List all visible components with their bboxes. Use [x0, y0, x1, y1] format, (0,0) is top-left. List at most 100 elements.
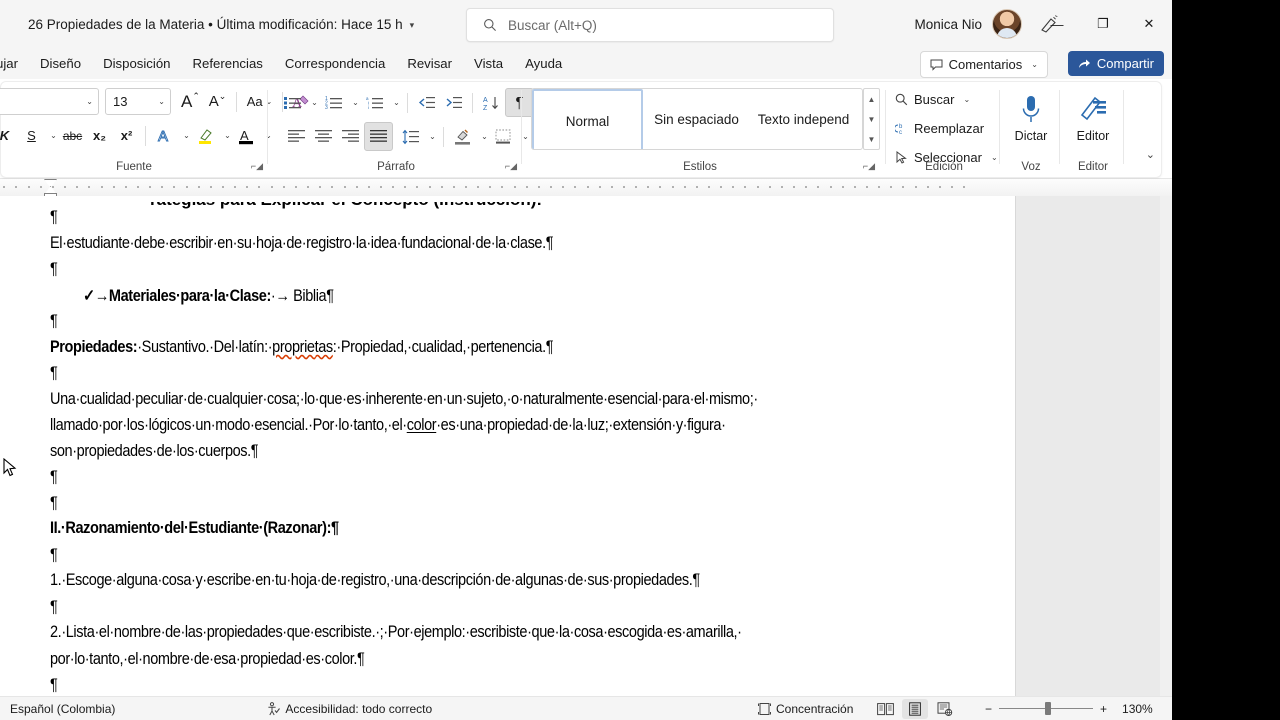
ribbon-tab-ujar[interactable]: ujar — [0, 51, 29, 77]
ribbon-tab-vista[interactable]: Vista — [463, 51, 514, 77]
shading-dropdown[interactable]: ⌄ — [476, 123, 490, 150]
highlight-button[interactable] — [192, 122, 219, 149]
search-input[interactable]: Buscar (Alt+Q) — [466, 8, 834, 42]
focus-mode-button[interactable]: Concentración — [758, 702, 853, 716]
accessibility-icon — [268, 701, 281, 715]
read-mode-button[interactable] — [872, 699, 898, 719]
styles-scroll-up[interactable]: ▲ — [864, 89, 879, 109]
pilcrow-icon: ¶ — [515, 94, 524, 111]
font-size-combo[interactable]: 13 ⌄ — [105, 88, 171, 115]
styles-dialog-launcher[interactable]: ⌐◢ — [863, 161, 875, 172]
avatar[interactable] — [992, 9, 1022, 39]
find-button[interactable]: Buscar ⌄ — [895, 87, 998, 111]
font-color-button[interactable]: A — [233, 122, 260, 149]
ribbon-tab-ayuda[interactable]: Ayuda — [514, 51, 573, 77]
share-button[interactable]: Compartir — [1067, 51, 1164, 76]
chevron-down-icon: ⌄ — [86, 97, 93, 106]
paragraph-mark: ¶ — [50, 676, 58, 694]
editor-button[interactable]: Editor — [1067, 94, 1119, 143]
multilevel-list-button[interactable]: aii — [361, 89, 388, 116]
zoom-out-button[interactable]: − — [985, 702, 992, 716]
ruler-dot — [234, 186, 237, 188]
language-status[interactable]: Español (Colombia) — [10, 702, 115, 716]
bullets-button[interactable] — [279, 89, 306, 116]
underline-dropdown[interactable]: ⌄ — [45, 122, 59, 149]
account-area[interactable]: Monica Nio — [914, 0, 1022, 48]
styles-scroll-down[interactable]: ▼ — [864, 109, 879, 129]
text-effects-dropdown[interactable]: ⌄ — [178, 122, 192, 149]
document-title[interactable]: 26 Propiedades de la Materia • Última mo… — [28, 17, 414, 32]
bullets-dropdown[interactable]: ⌄ — [306, 89, 320, 116]
ribbon-tab-referencias[interactable]: Referencias — [182, 51, 274, 77]
zoom-slider-track[interactable] — [999, 701, 1094, 715]
zoom-control[interactable]: − + 130% — [985, 702, 1153, 716]
style-item-2[interactable]: Texto independ — [750, 89, 857, 149]
numbering-button[interactable]: 123 — [320, 89, 347, 116]
borders-button[interactable] — [490, 123, 517, 150]
zoom-level-label[interactable]: 130% — [1122, 702, 1153, 716]
superscript-button[interactable]: x² — [113, 122, 140, 149]
ribbon-tab-disposición[interactable]: Disposición — [92, 51, 181, 77]
highlight-dropdown[interactable]: ⌄ — [219, 122, 233, 149]
text-effects-button[interactable]: A — [151, 122, 178, 149]
web-layout-button[interactable] — [932, 699, 958, 719]
increase-indent-button[interactable] — [440, 89, 467, 116]
ruler-dot — [586, 186, 589, 188]
justify-button[interactable] — [364, 122, 393, 151]
ribbon-tab-diseño[interactable]: Diseño — [29, 51, 92, 77]
chevron-down-icon: ⌄ — [1031, 60, 1038, 69]
svg-text:c: c — [899, 130, 902, 135]
dictate-button[interactable]: Dictar — [1005, 94, 1057, 143]
collapse-ribbon-button[interactable]: ⌄ — [1146, 148, 1155, 161]
accessibility-status[interactable]: Accesibilidad: todo correcto — [267, 702, 432, 716]
styles-more-button[interactable]: ▼ — [864, 129, 879, 149]
shrink-font-button[interactable]: A ⌄ — [204, 88, 231, 115]
replace-button[interactable]: bc Reemplazar — [895, 116, 998, 140]
zoom-in-button[interactable]: + — [1100, 702, 1107, 716]
numbering-dropdown[interactable]: ⌄ — [347, 89, 361, 116]
italic-button[interactable]: K — [0, 122, 18, 149]
underline-button[interactable]: S — [18, 122, 45, 149]
svg-text:i: i — [368, 105, 369, 110]
close-button[interactable]: ✕ — [1126, 0, 1172, 48]
document-page[interactable]: rategias para Explicar el Concepto (Inst… — [0, 196, 1016, 697]
ruler-dot — [902, 186, 905, 188]
style-item-0[interactable]: Normal — [532, 89, 643, 149]
horizontal-ruler[interactable] — [0, 179, 1172, 197]
sort-button[interactable]: AZ — [478, 89, 505, 116]
minimize-button[interactable]: — — [1034, 0, 1080, 48]
ribbon-tab-correspondencia[interactable]: Correspondencia — [274, 51, 396, 77]
align-center-button[interactable] — [310, 123, 337, 150]
chevron-down-icon[interactable]: ▾ — [410, 20, 415, 31]
styles-gallery[interactable]: Normal Sin espaciado Texto independ — [531, 88, 863, 150]
grow-font-button[interactable]: A ⌃ — [177, 88, 204, 115]
decrease-indent-button[interactable] — [413, 89, 440, 116]
editor-pen-icon — [1080, 96, 1106, 121]
zoom-slider-thumb[interactable] — [1045, 701, 1052, 715]
print-layout-button[interactable] — [902, 698, 928, 719]
font-dialog-launcher[interactable]: ⌐◢ — [251, 161, 263, 172]
ruler-dot — [51, 186, 54, 188]
share-label: Compartir — [1096, 56, 1154, 71]
ruler-dot — [878, 186, 881, 188]
multilevel-dropdown[interactable]: ⌄ — [388, 89, 402, 116]
font-name-combo[interactable]: Narrow ⌄ — [0, 88, 99, 115]
line-spacing-dropdown[interactable]: ⌄ — [424, 123, 438, 150]
line-spacing-button[interactable] — [397, 123, 424, 150]
ribbon-tab-revisar[interactable]: Revisar — [396, 51, 463, 77]
style-item-1[interactable]: Sin espaciado — [643, 89, 750, 149]
subscript-button[interactable]: x₂ — [86, 122, 113, 149]
align-right-button[interactable] — [337, 123, 364, 150]
paragraph-dialog-launcher[interactable]: ⌐◢ — [505, 161, 517, 172]
underlined-word: color — [406, 416, 437, 434]
document-canvas[interactable]: rategias para Explicar el Concepto (Inst… — [0, 196, 1172, 697]
comments-button[interactable]: Comentarios ⌄ — [919, 51, 1048, 78]
styles-scrollbar[interactable]: ▲ ▼ ▼ — [863, 88, 880, 150]
strikethrough-button[interactable]: abc — [59, 122, 86, 149]
restore-button[interactable]: ❐ — [1080, 0, 1126, 48]
vertical-scrollbar[interactable] — [1160, 196, 1172, 697]
strikethrough-label: abc — [62, 128, 83, 143]
align-left-button[interactable] — [283, 123, 310, 150]
shading-button[interactable] — [449, 123, 476, 150]
ruler-dot — [598, 186, 601, 188]
